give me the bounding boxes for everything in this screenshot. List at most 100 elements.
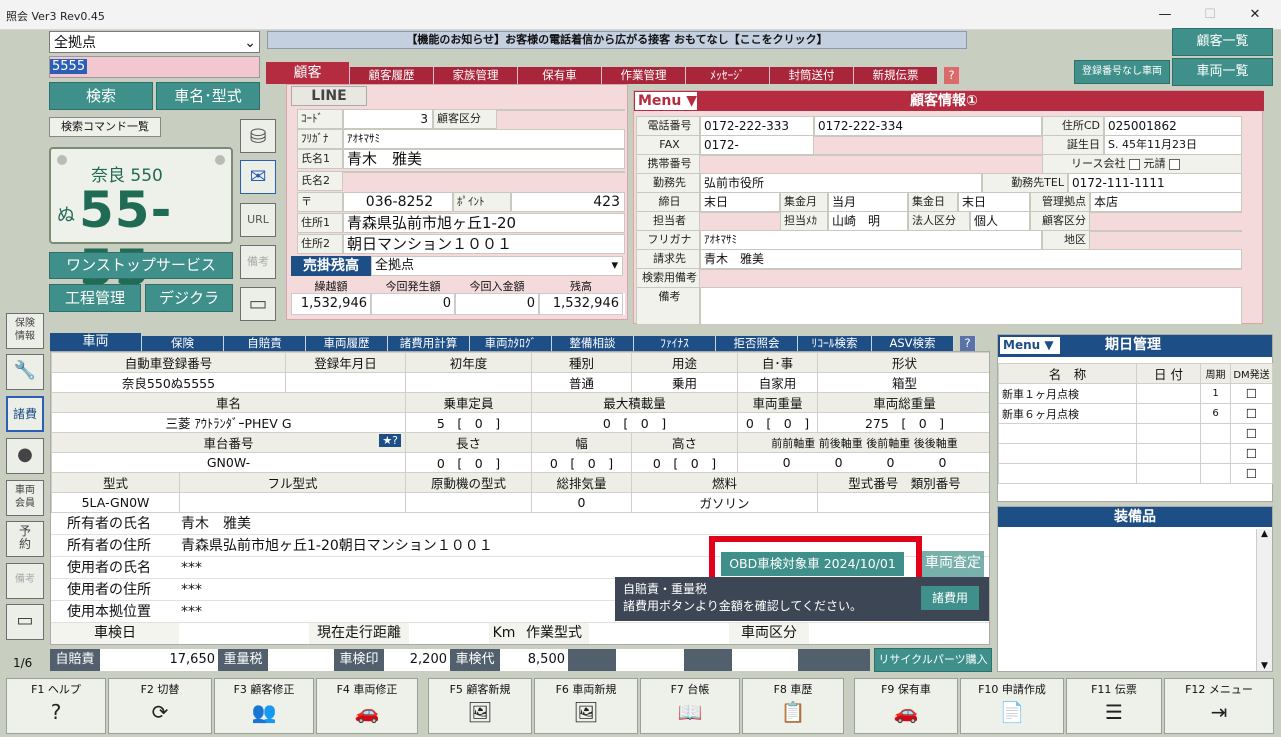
tab-work-management[interactable]: 作業管理: [602, 67, 686, 84]
vehicle-help-icon[interactable]: ?: [960, 336, 976, 351]
process-management-button[interactable]: 工程管理: [49, 284, 141, 312]
f3-customer-edit-button[interactable]: F3 顧客修正 👥: [214, 678, 314, 734]
ar-location-select[interactable]: 全拠点 ▾: [371, 256, 623, 276]
line-button[interactable]: LINE: [291, 86, 367, 106]
table-row: 自動車登録番号 登録年月日 初年度 種別 用途 自･事 形状: [51, 352, 989, 373]
info-menu-button[interactable]: Menu ▼: [635, 92, 697, 110]
f12-menu-button[interactable]: F12 メニュー ⇥: [1164, 678, 1274, 734]
dm-checkbox[interactable]: ☐: [1230, 423, 1273, 444]
fees-bar: 自賠責 17,650 重量税 車検印 2,200 車検代 8,500: [50, 649, 870, 671]
close-button[interactable]: ✕: [1233, 4, 1277, 26]
dm-checkbox[interactable]: ☐: [1230, 463, 1273, 484]
equipment-scrollbar[interactable]: ▲ ▼: [1256, 529, 1272, 671]
f7-ledger-button[interactable]: F7 台帳 📖: [640, 678, 740, 734]
table-row: 5LA-GN0W 0 ガソリン: [51, 492, 989, 513]
period-panel: Menu ▼ 期日管理 名 称日 付周期 DM発送 新車１ヶ月点検 1 ☐ 新車６ヶ月…: [997, 334, 1273, 502]
furigana2-value: ｱｵｷﾏｻﾐ: [700, 230, 1042, 250]
vehicle-kbn-label: 車両区分: [741, 625, 797, 641]
collect-day-value: 末日: [958, 192, 1030, 212]
customer-kbn-label: 顧客区分: [433, 109, 497, 129]
tab-insurance[interactable]: 保険: [142, 336, 224, 351]
tab-refusal[interactable]: 拒否照会: [716, 336, 798, 351]
scroll-up-icon[interactable]: ▲: [1257, 529, 1272, 539]
tab-vehicle-history[interactable]: 車両履歴: [306, 336, 388, 351]
tab-owned-vehicles[interactable]: 保有車: [518, 67, 602, 84]
vehicle-list-button[interactable]: 車両一覧: [1172, 58, 1273, 86]
insurance-info-button[interactable]: 保険 情報: [6, 313, 44, 349]
mail-icon[interactable]: ✉: [240, 160, 276, 194]
tab-customer[interactable]: 顧客: [266, 62, 350, 84]
wrench-icon[interactable]: 🔧: [6, 354, 44, 390]
recycle-parts-button[interactable]: リサイクルパーツ購入: [874, 648, 992, 672]
memo-icon[interactable]: 備考: [240, 245, 276, 279]
reservation-button[interactable]: 予 約: [6, 521, 44, 557]
tab-vehicle-catalog[interactable]: 車両ｶﾀﾛｸﾞ: [470, 336, 552, 351]
class-no-header: 類別番号: [910, 476, 961, 491]
period-menu-button[interactable]: Menu ▼: [1000, 337, 1060, 354]
onestop-service-button[interactable]: ワンストップサービス: [49, 252, 233, 279]
scroll-down-icon[interactable]: ▼: [1257, 661, 1272, 671]
search-command-list-button[interactable]: 検索コマンド一覧: [49, 117, 161, 137]
stamp-label: 車検印: [339, 652, 379, 667]
tab-envelope[interactable]: 封筒送付: [770, 67, 854, 84]
maximize-button[interactable]: ☐: [1188, 4, 1232, 26]
f1-help-button[interactable]: F1 ヘルプ?: [6, 678, 106, 734]
tab-new-slip[interactable]: 新規伝票: [854, 67, 938, 84]
customer-kbn-value: [497, 109, 625, 111]
minimize-button[interactable]: —: [1143, 4, 1187, 26]
fee-button[interactable]: 諸費用: [921, 586, 979, 610]
folder-icon[interactable]: ▭: [240, 287, 276, 321]
f2-switch-button[interactable]: F2 切替 ⟳: [108, 678, 212, 734]
dm-checkbox[interactable]: ☐: [1230, 403, 1273, 424]
folder-side-icon[interactable]: ▭: [6, 604, 44, 640]
tab-fee-calc[interactable]: 諸費用計算: [388, 336, 470, 351]
user-addr-value: ***: [181, 582, 202, 598]
location-select[interactable]: 全拠点 ⌄: [49, 31, 260, 53]
corp-label: 法人区分: [908, 211, 970, 231]
birth-value: S. 45年11月23日: [1104, 135, 1242, 155]
customer-list-button[interactable]: 顧客一覧: [1172, 28, 1273, 56]
switch-icon: ⟳: [151, 700, 169, 724]
dm-checkbox[interactable]: ☐: [1230, 443, 1273, 464]
dm-checkbox[interactable]: ☐: [1230, 383, 1273, 404]
axle-value: 0: [886, 455, 895, 470]
tab-recall[interactable]: ﾘｺｰﾙ検索: [798, 336, 872, 351]
addr2-value: 朝日マンション１００１: [343, 234, 625, 254]
digicla-button[interactable]: デジクラ: [145, 284, 233, 312]
fees-button[interactable]: 諸費: [6, 396, 44, 432]
notice-banner[interactable]: 【機能のお知らせ】お客様の電話着信から広がる接客 おもてなし【ここをクリック】: [267, 31, 967, 49]
tab-vehicle[interactable]: 車両: [50, 333, 142, 351]
help-icon[interactable]: ?: [944, 67, 960, 84]
tab-finance[interactable]: ﾌｧｲﾅｽ: [634, 336, 716, 351]
carname-model-button[interactable]: 車名･型式: [156, 82, 260, 110]
f10-application-button[interactable]: F10 申請作成 📄: [960, 678, 1064, 734]
f11-slip-button[interactable]: F11 伝票 ☰: [1066, 678, 1162, 734]
search-input[interactable]: 5555: [49, 56, 260, 78]
tab-customer-history[interactable]: 顧客履歴: [350, 67, 434, 84]
no-plate-vehicle-button[interactable]: 登録番号なし車両: [1074, 60, 1170, 84]
f9-owned-vehicles-button[interactable]: F9 保有車 🚗: [854, 678, 958, 734]
f4-vehicle-edit-button[interactable]: F4 車両修正 🚗: [316, 678, 418, 734]
search-button[interactable]: 検索: [49, 82, 153, 110]
lease-checkbox[interactable]: [1128, 158, 1140, 170]
star-help-icon[interactable]: ★?: [379, 434, 402, 447]
tab-maintenance[interactable]: 整備相談: [552, 336, 634, 351]
fkey-label: F7 台帳: [670, 683, 710, 696]
obd-inspection-badge[interactable]: OBD車検対象車 2024/10/01: [720, 551, 905, 577]
vehicle-appraise-button[interactable]: 車両査定: [922, 551, 984, 577]
memo-value[interactable]: [700, 287, 1242, 325]
url-icon[interactable]: URL: [240, 203, 276, 237]
tab-message[interactable]: ﾒｯｾｰｼﾞ: [686, 67, 770, 84]
memo-side-button[interactable]: 備考: [6, 563, 44, 599]
vehicle-member-button[interactable]: 車両 会員: [6, 480, 44, 516]
oil-icon[interactable]: ●: [6, 438, 44, 474]
furigana-value: ｱｵｷﾏｻﾐ: [343, 129, 625, 149]
f6-vehicle-new-button[interactable]: F6 車両新規 🖼: [534, 678, 638, 734]
database-icon[interactable]: ⛁: [240, 119, 276, 153]
motouke-checkbox[interactable]: [1168, 158, 1180, 170]
f8-vehicle-history-button[interactable]: F8 車歴 📋: [742, 678, 844, 734]
tab-asv[interactable]: ASV検索: [872, 336, 954, 351]
tab-family[interactable]: 家族管理: [434, 67, 518, 84]
f5-customer-new-button[interactable]: F5 顧客新規 🖼: [428, 678, 532, 734]
tab-jibaiseki[interactable]: 自賠責: [224, 336, 306, 351]
